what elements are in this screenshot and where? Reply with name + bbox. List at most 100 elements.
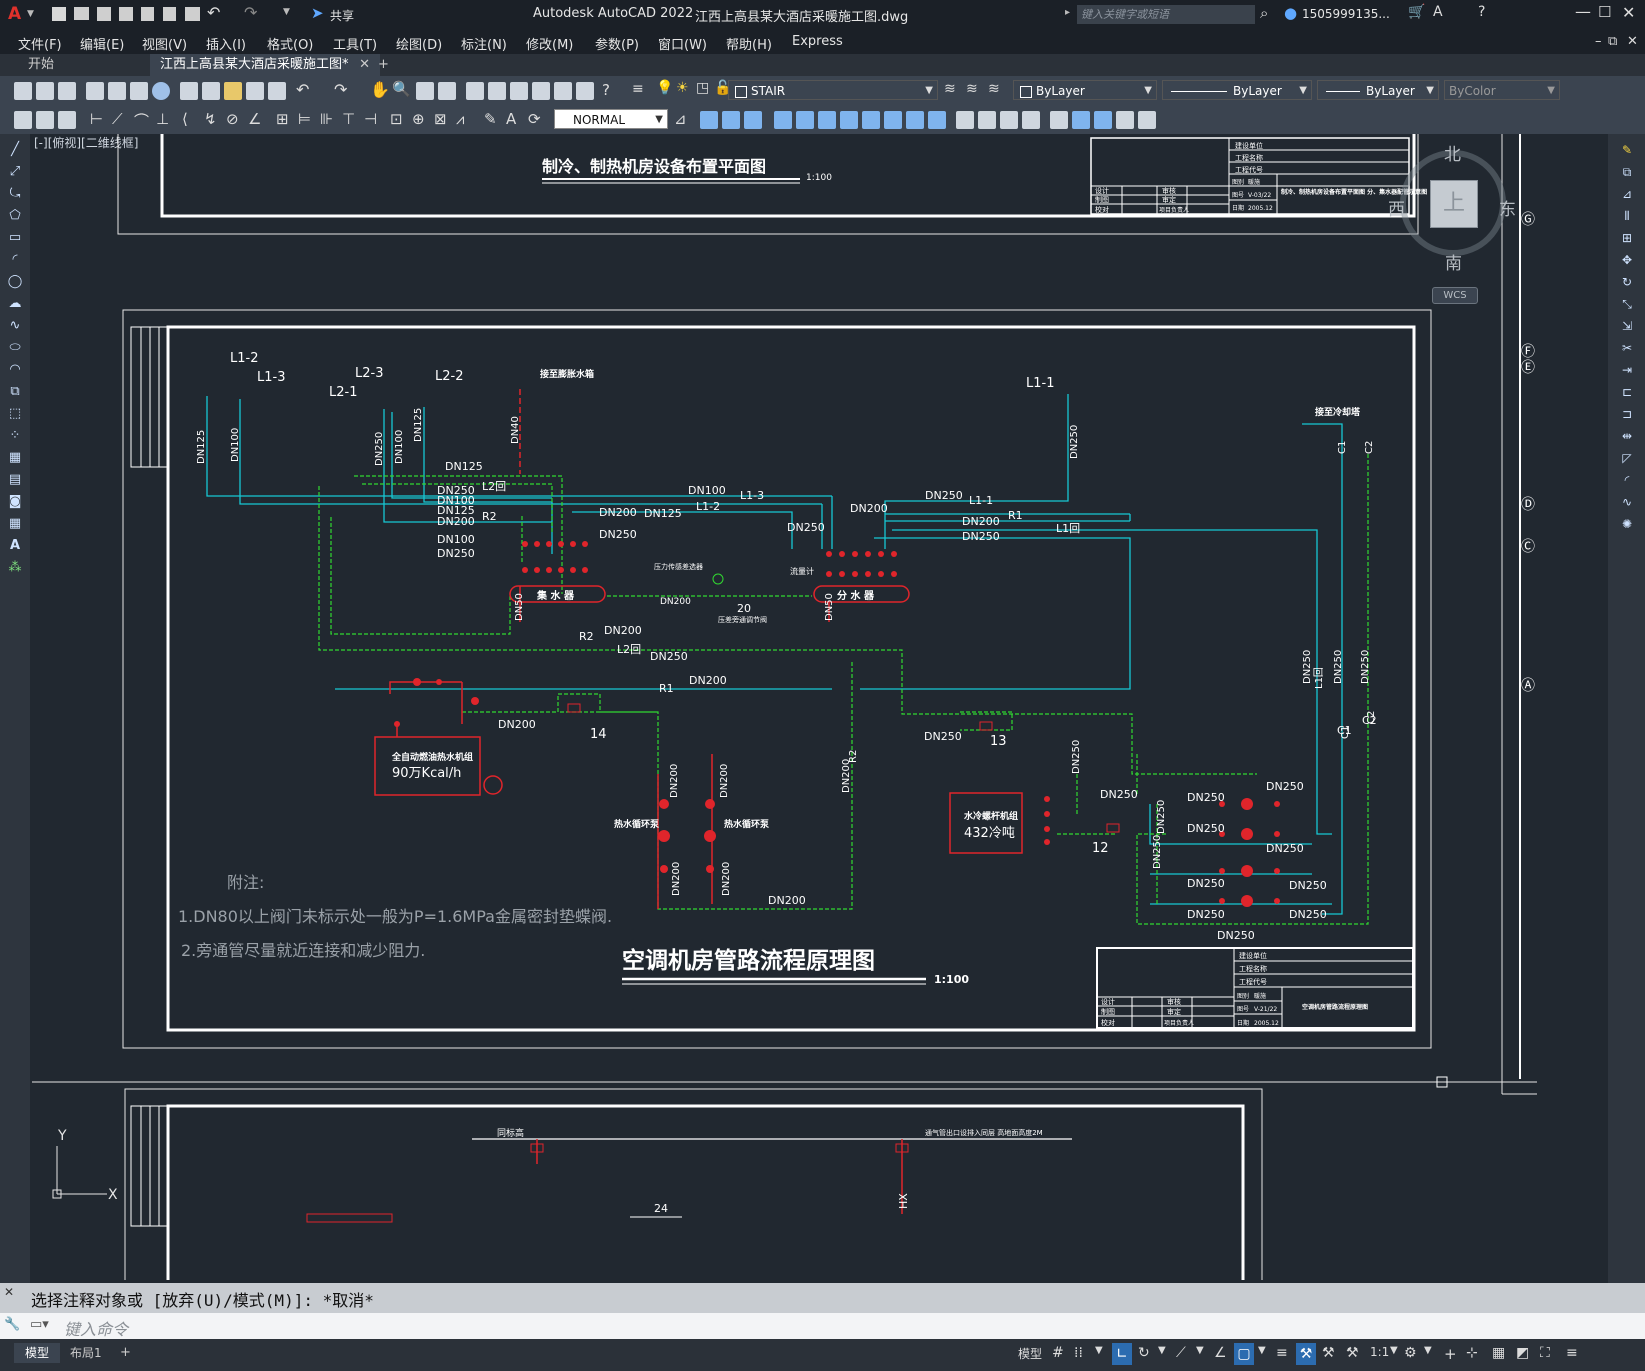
menu-window[interactable]: 窗口(W) — [658, 34, 707, 53]
tb2-slice-icon[interactable] — [1022, 111, 1040, 129]
menu-format[interactable]: 格式(O) — [267, 34, 313, 53]
snap-icon[interactable]: ⁞⁞ — [1074, 1345, 1083, 1361]
wcs-menu[interactable]: WCS — [1432, 287, 1478, 304]
tb2-ucs-icon[interactable] — [1050, 111, 1068, 129]
dimstyle-dropdown[interactable]: NORMAL ▼ — [554, 109, 668, 129]
polar-icon[interactable]: ↻ — [1138, 1345, 1150, 1361]
iso-chevron-down-icon[interactable]: ▼ — [1196, 1345, 1204, 1356]
tb2-dim-arc-icon[interactable]: ⌒ — [134, 110, 149, 131]
tb-undo-icon[interactable]: ↶ — [296, 80, 309, 99]
mtext-tool-icon[interactable]: A — [7, 538, 23, 554]
tb-cut-icon[interactable] — [180, 82, 198, 100]
tb2-dim-diameter-icon[interactable]: ⊘ — [226, 110, 239, 128]
grid-icon[interactable]: # — [1052, 1345, 1064, 1361]
construction-line-icon[interactable]: ⤢ — [7, 164, 23, 180]
fullscreen-icon[interactable]: ⛶ — [1540, 1345, 1550, 1361]
tb2-quick-dim-icon[interactable]: ⊞ — [276, 110, 289, 128]
tb-sheetset-icon[interactable] — [532, 82, 550, 100]
app-menu-chevron-icon[interactable]: ▼ — [27, 9, 34, 19]
tb2-dim-space-icon[interactable]: ⊤ — [342, 110, 355, 128]
tab-start[interactable]: 开始 — [18, 54, 148, 76]
rotate-tool-icon[interactable]: ↻ — [1618, 274, 1636, 290]
hatch-tool-icon[interactable]: ▦ — [7, 450, 23, 466]
tb2-inspect-icon[interactable]: ⊠ — [434, 110, 447, 128]
save-icon[interactable] — [97, 7, 111, 21]
share-label[interactable]: 共享 — [330, 7, 354, 24]
tb-pan-icon[interactable]: ✋ — [370, 80, 390, 99]
tb-copy-icon[interactable] — [202, 82, 220, 100]
tb2-3d-pyramid-icon[interactable] — [840, 111, 858, 129]
tb2-center-mark-icon[interactable]: ⊕ — [412, 110, 425, 128]
tb-properties-icon[interactable] — [466, 82, 484, 100]
mirror-tool-icon[interactable]: ⊿ — [1618, 186, 1636, 202]
tb2-dim-baseline-icon[interactable]: ⊨ — [298, 110, 311, 128]
command-input[interactable]: 键入命令 — [64, 1316, 128, 1340]
tb2-copy-clip-icon[interactable] — [36, 111, 54, 129]
drawing-canvas[interactable]: [-][俯视][二维线框] 制冷、制热机房设备布置平面图 1:100 建设单位 … — [32, 134, 1608, 1280]
annotation-monitor-icon[interactable]: + — [1444, 1345, 1457, 1363]
revcloud-tool-icon[interactable]: ☁ — [7, 296, 23, 312]
qat-more-icon[interactable]: ▼ — [283, 7, 290, 17]
scale-chevron-down-icon[interactable]: ▼ — [1390, 1345, 1398, 1356]
annotation-scale-icon[interactable]: ⚒ — [1346, 1345, 1359, 1361]
menu-edit[interactable]: 编辑(E) — [80, 34, 124, 53]
tb2-3d-revolve-icon[interactable] — [884, 111, 902, 129]
stretch-tool-icon[interactable]: ⇲ — [1618, 318, 1636, 334]
rectangle-tool-icon[interactable]: ▭ — [7, 230, 23, 246]
tb2-dim-radius-icon[interactable]: ⟨ — [182, 110, 188, 128]
tb-plot-icon[interactable] — [86, 82, 104, 100]
tb-layer-properties-icon[interactable]: ≡ — [632, 81, 644, 97]
layout-tab-model[interactable]: 模型 — [14, 1343, 60, 1363]
tb-toolpalettes-icon[interactable] — [510, 82, 528, 100]
tb2-ucs-previous-icon[interactable] — [1094, 111, 1112, 129]
tb2-dim-angular-icon[interactable]: ∠ — [248, 110, 261, 128]
menu-insert[interactable]: 插入(I) — [206, 34, 246, 53]
open-file-icon[interactable] — [74, 7, 89, 20]
plotstyle-dropdown[interactable]: ByColor ▼ — [1444, 80, 1560, 100]
polygon-tool-icon[interactable]: ⬠ — [7, 208, 23, 224]
tb2-dim-break-icon[interactable]: ⊣ — [364, 110, 377, 128]
tb2-jogged-linear-icon[interactable]: ⩘ — [456, 110, 464, 128]
tb2-3d-sphere-icon[interactable] — [774, 111, 792, 129]
scale-tool-icon[interactable]: ⤡ — [1618, 296, 1636, 312]
menu-help[interactable]: 帮助(H) — [726, 34, 772, 53]
tb2-subtract-icon[interactable] — [978, 111, 996, 129]
cart-icon[interactable]: 🛒 — [1408, 4, 1425, 20]
isolate-objects-icon[interactable]: ◩ — [1516, 1345, 1529, 1361]
color-dropdown[interactable]: ByLayer ▼ — [1013, 80, 1157, 100]
viewcube-north[interactable]: 北 — [1444, 140, 1461, 165]
point-tool-icon[interactable]: ⁘ — [7, 428, 23, 444]
new-file-icon[interactable] — [52, 7, 66, 21]
tb2-dim-edit-icon[interactable]: ✎ — [484, 110, 497, 128]
workspace-chevron-down-icon[interactable]: ▼ — [1424, 1345, 1432, 1356]
doc-close-icon[interactable]: ✕ — [1627, 34, 1638, 49]
add-layout-button[interactable]: + — [120, 1343, 131, 1363]
explode-tool-icon[interactable]: ✺ — [1618, 516, 1636, 532]
tb-matchprop-icon[interactable] — [246, 82, 264, 100]
polyline-tool-icon[interactable]: ⤿ — [7, 186, 23, 202]
tb2-3d-torus-icon[interactable] — [818, 111, 836, 129]
tb-designcenter-icon[interactable] — [488, 82, 506, 100]
tb2-dim-linear-icon[interactable]: ⊢ — [90, 110, 103, 128]
tb-save-icon[interactable] — [58, 82, 76, 100]
tb-layer-state-icon[interactable]: ≋ — [988, 81, 1000, 97]
units-icon[interactable]: ⊹ — [1466, 1345, 1478, 1361]
minimize-icon[interactable]: — — [1575, 2, 1591, 21]
viewcube-east[interactable]: 东 — [1499, 195, 1516, 220]
search-input[interactable]: 键入关键字或短语 — [1077, 5, 1255, 24]
doc-restore-icon[interactable]: ⧉ — [1608, 34, 1617, 49]
ortho-icon[interactable]: ∟ — [1112, 1343, 1132, 1365]
erase-tool-icon[interactable]: ✎ — [1618, 142, 1636, 158]
spline-tool-icon[interactable]: ∿ — [7, 318, 23, 334]
tab-document[interactable]: 江西上高县某大酒店采暖施工图* ✕ — [150, 54, 380, 76]
copy-tool-icon[interactable]: ⧉ — [1618, 164, 1636, 180]
new-tab-button[interactable]: + — [368, 54, 399, 76]
extend-tool-icon[interactable]: ⇥ — [1618, 362, 1636, 378]
menu-modify[interactable]: 修改(M) — [526, 34, 573, 53]
break-tool-icon[interactable]: ⊐ — [1618, 406, 1636, 422]
tb-block-editor-icon[interactable] — [268, 82, 286, 100]
autocad-logo-icon[interactable]: A — [8, 4, 21, 24]
share-icon[interactable]: ➤ — [311, 4, 324, 22]
array-tool-icon[interactable]: ⊞ — [1618, 230, 1636, 246]
menu-express[interactable]: Express — [792, 34, 843, 49]
